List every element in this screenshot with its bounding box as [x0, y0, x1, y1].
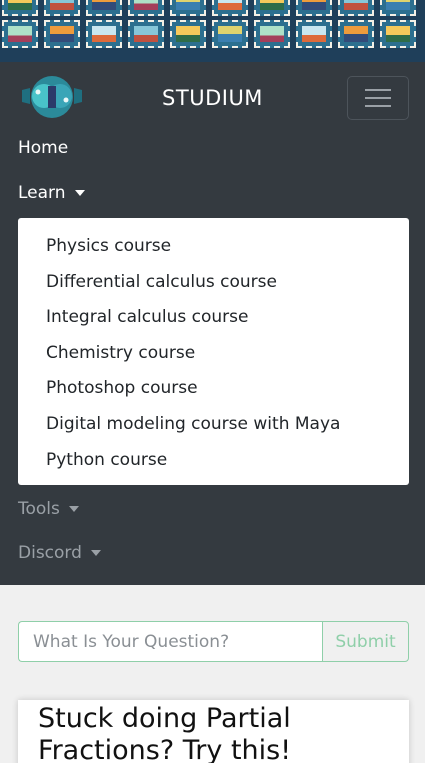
search-form: Submit — [18, 621, 409, 662]
hamburger-icon — [365, 97, 391, 99]
stamp-image — [44, 0, 80, 16]
hamburger-icon — [365, 105, 391, 107]
stamp-image — [254, 0, 290, 16]
stamp-image — [212, 0, 248, 16]
stamp-image — [338, 20, 374, 48]
stamp-image — [170, 0, 206, 16]
hamburger-icon — [365, 89, 391, 91]
learn-dropdown-menu: Physics course Differential calculus cou… — [18, 218, 409, 485]
stamp-image — [254, 20, 290, 48]
nav-item-learn[interactable]: Learn — [18, 183, 85, 203]
stamp-image — [212, 20, 248, 48]
stamp-image — [296, 0, 332, 16]
nav-item-label: Tools — [18, 499, 60, 519]
nav-item-label: Discord — [18, 543, 82, 563]
nav-item-home[interactable]: Home — [18, 138, 68, 158]
caret-down-icon — [74, 190, 85, 196]
stamp-image — [296, 20, 332, 48]
stamp-image — [380, 0, 416, 16]
stamps-banner — [0, 0, 425, 62]
menu-item-photoshop[interactable]: Photoshop course — [18, 377, 409, 413]
caret-down-icon — [68, 506, 79, 512]
menu-item-python[interactable]: Python course — [18, 449, 409, 485]
stamp-image — [128, 0, 164, 16]
stamp-image — [44, 20, 80, 48]
stamp-image — [86, 0, 122, 16]
submit-button[interactable]: Submit — [322, 621, 409, 662]
article-card[interactable]: Stuck doing Partial Fractions? Try this! — [18, 700, 409, 763]
menu-item-differential-calculus[interactable]: Differential calculus course — [18, 271, 409, 307]
stamp-image — [380, 20, 416, 48]
article-title[interactable]: Stuck doing Partial Fractions? Try this! — [38, 703, 389, 763]
stamp-image — [170, 20, 206, 48]
menu-toggle-button[interactable] — [347, 76, 409, 120]
navbar: STUDIUM Home Learn Physics course Differ… — [0, 62, 425, 585]
search-input[interactable] — [18, 621, 322, 662]
nav-item-label: Learn — [18, 183, 66, 203]
stamp-image — [2, 0, 38, 16]
stamp-image — [128, 20, 164, 48]
stamp-image — [338, 0, 374, 16]
menu-item-physics[interactable]: Physics course — [18, 235, 409, 271]
nav-item-discord[interactable]: Discord — [18, 543, 101, 563]
menu-item-integral-calculus[interactable]: Integral calculus course — [18, 306, 409, 342]
nav-item-label: Home — [18, 138, 69, 158]
stamp-image — [86, 20, 122, 48]
nav-item-tools[interactable]: Tools — [18, 499, 79, 519]
stamp-image — [2, 20, 38, 48]
menu-item-maya[interactable]: Digital modeling course with Maya — [18, 413, 409, 449]
menu-item-chemistry[interactable]: Chemistry course — [18, 342, 409, 378]
caret-down-icon — [90, 550, 101, 556]
